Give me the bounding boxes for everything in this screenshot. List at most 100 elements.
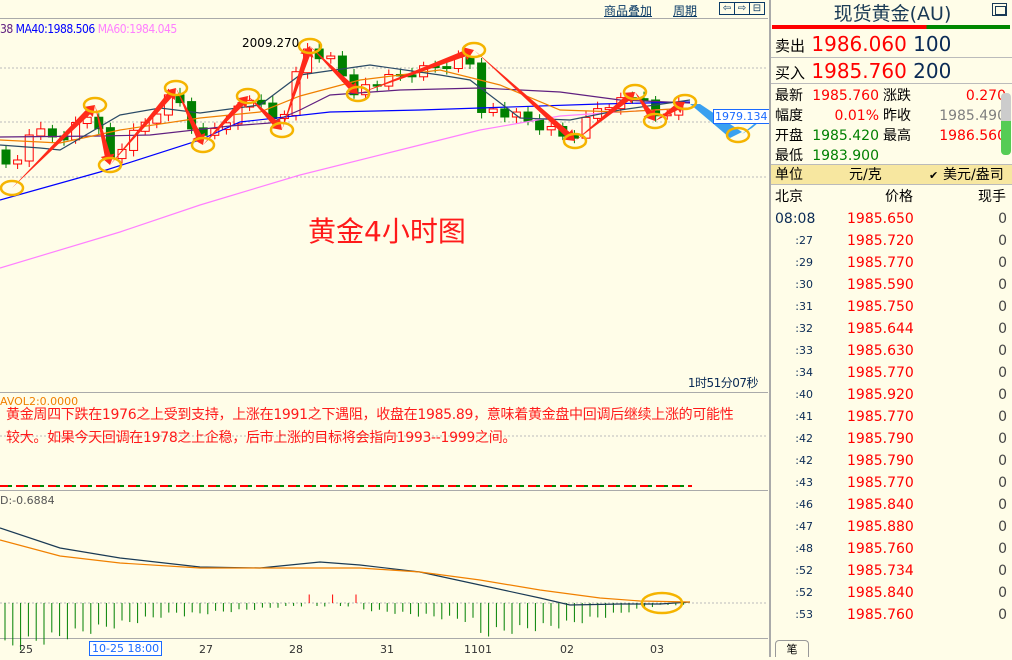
tick-time: :31	[795, 300, 813, 313]
trend-arrow	[110, 88, 176, 165]
high-price-label: 2009.270	[242, 36, 300, 50]
tick-price: 1985.650	[847, 211, 914, 227]
tick-price: 1985.760	[847, 607, 914, 623]
tick-price: 1985.790	[847, 453, 914, 469]
tab-ticks[interactable]: 笔	[775, 640, 809, 657]
tick-volume: 0	[998, 519, 1007, 535]
tick-price: 1985.880	[847, 519, 914, 535]
tick-price: 1985.840	[847, 497, 914, 513]
stat-value: 0.270	[965, 88, 1006, 104]
tick-volume: 0	[998, 233, 1007, 249]
unit-label: 单位	[775, 167, 803, 183]
tick-row: :40 1985.920 0	[771, 384, 1007, 406]
candle-body	[442, 66, 452, 70]
chart-title: 黄金4小时图	[308, 215, 466, 248]
tick-time: :27	[795, 234, 813, 247]
chart-canvas[interactable]	[0, 0, 821, 657]
candle-body	[13, 159, 23, 165]
sell-volume: 100	[913, 32, 952, 56]
unit-option-cny-gram[interactable]: 元/克	[849, 165, 882, 186]
candle-body	[523, 111, 533, 122]
ma-legend: 38 MA40:1988.506 MA60:1984.045	[0, 22, 177, 36]
scrollbar[interactable]	[1001, 93, 1011, 155]
tick-price: 1985.770	[847, 365, 914, 381]
tick-volume: 0	[998, 299, 1007, 315]
tick-time: :46	[795, 498, 813, 511]
volume-header: 现手	[978, 189, 1006, 205]
instrument-title: 现货黄金(AU)	[833, 3, 952, 25]
tick-row: :32 1985.644 0	[771, 318, 1007, 340]
tick-time: :48	[795, 542, 813, 555]
quote-panel: 现货黄金(AU) 卖出 1986.060 100 买入 1985.760 200…	[769, 0, 1012, 657]
macd-dea-line	[0, 539, 691, 603]
kline-chart[interactable]: 商品叠加 周期 ⇦ ⇨ ⊟ 38 MA40:1988.506 MA60:1984…	[0, 0, 821, 657]
tick-row: :31 1985.750 0	[771, 296, 1007, 318]
tick-row: :47 1985.880 0	[771, 516, 1007, 538]
stat-value: 1986.560	[939, 128, 1006, 144]
nav-right-button[interactable]: ⇨	[734, 2, 750, 15]
tick-price: 1985.630	[847, 343, 914, 359]
tick-volume: 0	[998, 365, 1007, 381]
macd-label: D:-0.6884	[0, 494, 55, 507]
stat-value: 0.01%	[834, 108, 879, 124]
x-label: 27	[199, 643, 213, 656]
maximize-button[interactable]	[992, 3, 1007, 16]
buy-row: 买入 1985.760 200	[775, 58, 1011, 84]
tick-row: :48 1985.760 0	[771, 538, 1007, 560]
macd-dif-line	[0, 527, 691, 606]
tick-row: :29 1985.770 0	[771, 252, 1007, 274]
x-label: 25	[19, 643, 33, 656]
dashed-separator	[0, 485, 692, 487]
x-label: 03	[650, 643, 664, 656]
x-label: 28	[289, 643, 303, 656]
tick-time: 08:08	[775, 211, 816, 227]
tick-volume: 0	[998, 563, 1007, 579]
sell-price: 1986.060	[811, 32, 907, 56]
tick-volume: 0	[998, 431, 1007, 447]
sell-label: 卖出	[775, 37, 806, 55]
ma-prev-label: 38	[0, 22, 13, 36]
tick-row: :27 1985.720 0	[771, 230, 1007, 252]
overlay-link[interactable]: 商品叠加	[604, 2, 652, 19]
trend-arrow	[575, 92, 635, 141]
time-header: 北京	[775, 189, 803, 205]
tick-time: :30	[795, 278, 813, 291]
stat-value: 1985.490	[939, 108, 1006, 124]
unit-option-usd-oz[interactable]: 美元/盎司	[943, 165, 1004, 186]
tick-time: :33	[795, 344, 813, 357]
tick-price: 1985.590	[847, 277, 914, 293]
tick-price: 1985.720	[847, 233, 914, 249]
tick-row: :46 1985.840 0	[771, 494, 1007, 516]
tick-time: :52	[795, 586, 813, 599]
tick-volume: 0	[998, 453, 1007, 469]
tick-price: 1985.920	[847, 387, 914, 403]
tick-row: 08:08 1985.650 0	[771, 208, 1007, 230]
tick-volume: 0	[998, 541, 1007, 557]
split-button[interactable]: ⊟	[749, 2, 765, 15]
x-label: 1101	[464, 643, 492, 656]
unit-bar: 单位 元/克 ✔ 美元/盎司	[771, 164, 1012, 185]
x-label: 31	[380, 643, 394, 656]
candle-body	[535, 119, 545, 131]
period-link[interactable]: 周期	[673, 2, 697, 19]
tick-price: 1985.770	[847, 409, 914, 425]
tick-price: 1985.770	[847, 255, 914, 271]
tick-row: :53 1985.760 0	[771, 604, 1007, 626]
candle-body	[488, 108, 498, 113]
tick-time: :40	[795, 388, 813, 401]
tick-volume: 0	[998, 343, 1007, 359]
tick-row: :34 1985.770 0	[771, 362, 1007, 384]
trend-arrow	[282, 46, 314, 130]
tick-price: 1985.644	[847, 321, 914, 337]
tick-volume: 0	[998, 211, 1007, 227]
sell-row: 卖出 1986.060 100	[775, 31, 1011, 57]
candle-body	[47, 128, 57, 138]
ma40-label: MA40:1988.506	[15, 22, 96, 36]
buy-label: 买入	[775, 64, 806, 82]
tick-time: :53	[795, 608, 813, 621]
tick-row: :42 1985.790 0	[771, 450, 1007, 472]
bid-ask-ratio-bar	[772, 25, 1010, 29]
tick-volume: 0	[998, 409, 1007, 425]
nav-left-button[interactable]: ⇦	[719, 2, 735, 15]
tick-volume: 0	[998, 255, 1007, 271]
